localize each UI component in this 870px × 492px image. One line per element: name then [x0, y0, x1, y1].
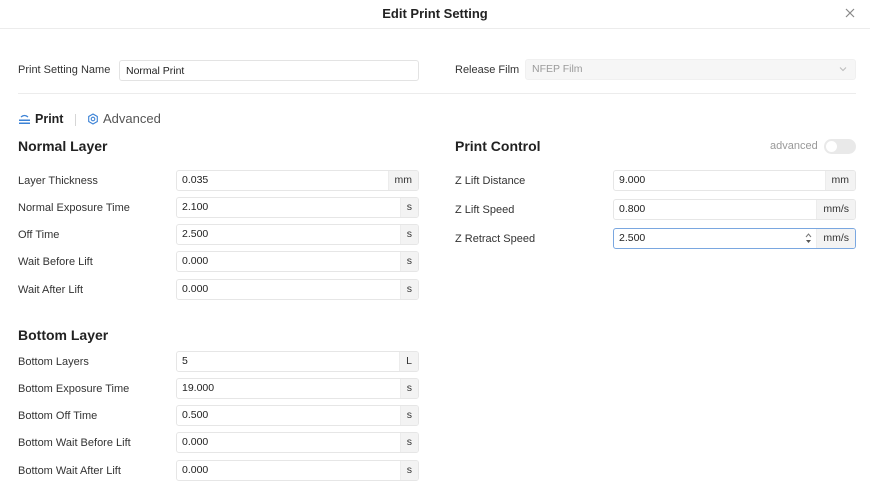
unit-label: s: [399, 198, 418, 217]
bottom-off-time-value: 0.500: [182, 409, 209, 421]
bottom-layers-input[interactable]: 5 L: [176, 351, 419, 372]
bottom-wait-after-lift-value: 0.000: [182, 464, 209, 476]
toggle-knob: [826, 141, 837, 152]
unit-label: s: [399, 461, 418, 480]
wait-after-lift-input[interactable]: 0.000 s: [176, 279, 419, 300]
unit-label: mm/s: [816, 200, 855, 219]
normal-exposure-time-input[interactable]: 2.100 s: [176, 197, 419, 218]
z-retract-speed-input[interactable]: 2.500 mm/s: [613, 228, 856, 249]
tab-print-label: Print: [35, 112, 64, 126]
unit-label: mm: [387, 171, 418, 190]
release-film-label: Release Film: [455, 64, 520, 76]
unit-label: s: [399, 406, 418, 425]
unit-label: s: [399, 280, 418, 299]
tab-separator: [75, 114, 76, 126]
print-setting-name-input[interactable]: [119, 60, 419, 81]
z-retract-speed-label: Z Retract Speed: [455, 233, 536, 245]
bottom-exposure-time-input[interactable]: 19.000 s: [176, 378, 419, 399]
print-layer-icon: [19, 114, 30, 124]
unit-label: s: [399, 433, 418, 452]
unit-label: mm: [824, 171, 855, 190]
bottom-wait-before-lift-input[interactable]: 0.000 s: [176, 432, 419, 453]
bottom-layer-title: Bottom Layer: [18, 327, 109, 343]
wait-after-lift-label: Wait After Lift: [18, 284, 84, 296]
bottom-wait-before-lift-label: Bottom Wait Before Lift: [18, 437, 131, 449]
bottom-layers-label: Bottom Layers: [18, 356, 89, 368]
dialog-title: Edit Print Setting: [382, 6, 488, 21]
z-lift-speed-input[interactable]: 0.800 mm/s: [613, 199, 856, 220]
advanced-toggle[interactable]: [824, 139, 856, 154]
z-retract-speed-value: 2.500: [619, 232, 646, 244]
z-lift-distance-input[interactable]: 9.000 mm: [613, 170, 856, 191]
chevron-down-icon: [839, 67, 847, 72]
close-icon[interactable]: [842, 5, 858, 21]
advanced-gear-icon: [88, 112, 98, 125]
release-film-value: NFEP Film: [532, 63, 583, 75]
unit-label: L: [399, 352, 418, 371]
layer-thickness-input[interactable]: 0.035 mm: [176, 170, 419, 191]
dialog-titlebar: Edit Print Setting: [0, 0, 870, 29]
bottom-off-time-input[interactable]: 0.500 s: [176, 405, 419, 426]
bottom-layers-value: 5: [182, 355, 188, 367]
off-time-input[interactable]: 2.500 s: [176, 224, 419, 245]
wait-before-lift-label: Wait Before Lift: [18, 256, 93, 268]
step-down-icon[interactable]: [805, 239, 812, 244]
bottom-exposure-time-value: 19.000: [182, 382, 215, 394]
step-up-icon[interactable]: [805, 233, 812, 238]
advanced-toggle-label: advanced: [770, 140, 818, 152]
unit-label: s: [399, 379, 418, 398]
number-stepper[interactable]: [802, 229, 814, 248]
wait-before-lift-value: 0.000: [182, 255, 209, 267]
tab-advanced-label: Advanced: [103, 111, 161, 126]
wait-before-lift-input[interactable]: 0.000 s: [176, 251, 419, 272]
z-lift-distance-value: 9.000: [619, 174, 646, 186]
z-lift-speed-value: 0.800: [619, 203, 646, 215]
bottom-off-time-label: Bottom Off Time: [18, 410, 98, 422]
layer-thickness-label: Layer Thickness: [18, 175, 98, 187]
normal-layer-title: Normal Layer: [18, 138, 108, 154]
bottom-wait-after-lift-label: Bottom Wait After Lift: [18, 465, 121, 477]
tab-print[interactable]: Print: [18, 112, 63, 126]
off-time-label: Off Time: [18, 229, 60, 241]
tab-advanced[interactable]: Advanced: [87, 111, 161, 126]
unit-label: s: [399, 225, 418, 244]
normal-exposure-time-value: 2.100: [182, 201, 209, 213]
z-lift-speed-label: Z Lift Speed: [455, 204, 515, 216]
print-control-title: Print Control: [455, 138, 541, 154]
bottom-exposure-time-label: Bottom Exposure Time: [18, 383, 130, 395]
unit-label: s: [399, 252, 418, 271]
off-time-value: 2.500: [182, 228, 209, 240]
bottom-wait-before-lift-value: 0.000: [182, 436, 209, 448]
bottom-wait-after-lift-input[interactable]: 0.000 s: [176, 460, 419, 481]
unit-label: mm/s: [816, 229, 855, 248]
z-lift-distance-label: Z Lift Distance: [455, 175, 526, 187]
release-film-select[interactable]: NFEP Film: [525, 59, 856, 80]
print-setting-name-label: Print Setting Name: [18, 64, 111, 76]
wait-after-lift-value: 0.000: [182, 283, 209, 295]
header-divider: [18, 93, 856, 94]
layer-thickness-value: 0.035: [182, 174, 209, 186]
normal-exposure-time-label: Normal Exposure Time: [18, 202, 130, 214]
